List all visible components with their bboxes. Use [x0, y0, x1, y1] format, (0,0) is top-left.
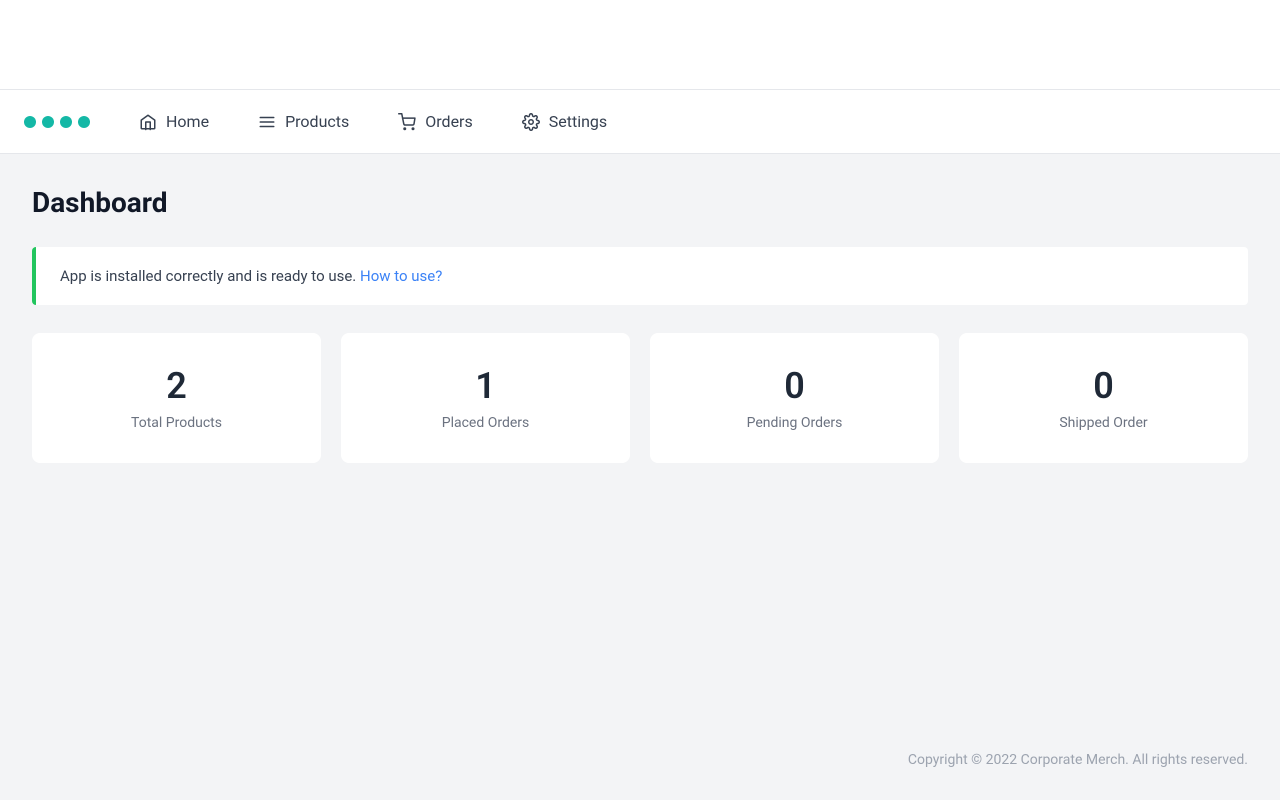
- nav-products[interactable]: Products: [249, 108, 357, 136]
- info-banner: App is installed correctly and is ready …: [32, 247, 1248, 305]
- stat-card-shipped-order: 0 Shipped Order: [959, 333, 1248, 463]
- page-title: Dashboard: [32, 186, 1248, 219]
- stat-label-placed-orders: Placed Orders: [442, 415, 530, 431]
- gear-icon: [521, 112, 541, 132]
- banner-text: App is installed correctly and is ready …: [60, 267, 356, 285]
- stat-label-pending-orders: Pending Orders: [747, 415, 843, 431]
- cart-icon: [397, 112, 417, 132]
- stat-card-total-products: 2 Total Products: [32, 333, 321, 463]
- nav-home[interactable]: Home: [130, 108, 217, 136]
- navbar: Home Products Orders Se: [0, 90, 1280, 154]
- dot-3: [60, 116, 72, 128]
- list-icon: [257, 112, 277, 132]
- main-content: Dashboard App is installed correctly and…: [0, 154, 1280, 720]
- stat-number-total-products: 2: [166, 365, 187, 407]
- dot-1: [24, 116, 36, 128]
- top-bar: [0, 0, 1280, 90]
- nav-settings[interactable]: Settings: [513, 108, 615, 136]
- nav-settings-label: Settings: [549, 112, 607, 131]
- nav-orders[interactable]: Orders: [389, 108, 480, 136]
- nav-products-label: Products: [285, 112, 349, 131]
- dot-4: [78, 116, 90, 128]
- stats-grid: 2 Total Products 1 Placed Orders 0 Pendi…: [32, 333, 1248, 463]
- stat-number-placed-orders: 1: [475, 365, 496, 407]
- stat-card-placed-orders: 1 Placed Orders: [341, 333, 630, 463]
- nav-orders-label: Orders: [425, 112, 472, 131]
- nav-dots: [24, 116, 90, 128]
- stat-label-shipped-order: Shipped Order: [1059, 415, 1147, 431]
- stat-label-total-products: Total Products: [131, 415, 222, 431]
- stat-number-shipped-order: 0: [1093, 365, 1114, 407]
- dot-2: [42, 116, 54, 128]
- banner-link[interactable]: How to use?: [360, 267, 442, 285]
- footer: Copyright © 2022 Corporate Merch. All ri…: [0, 720, 1280, 800]
- nav-home-label: Home: [166, 112, 209, 131]
- stat-card-pending-orders: 0 Pending Orders: [650, 333, 939, 463]
- stat-number-pending-orders: 0: [784, 365, 805, 407]
- footer-text: Copyright © 2022 Corporate Merch. All ri…: [908, 752, 1248, 768]
- home-icon: [138, 112, 158, 132]
